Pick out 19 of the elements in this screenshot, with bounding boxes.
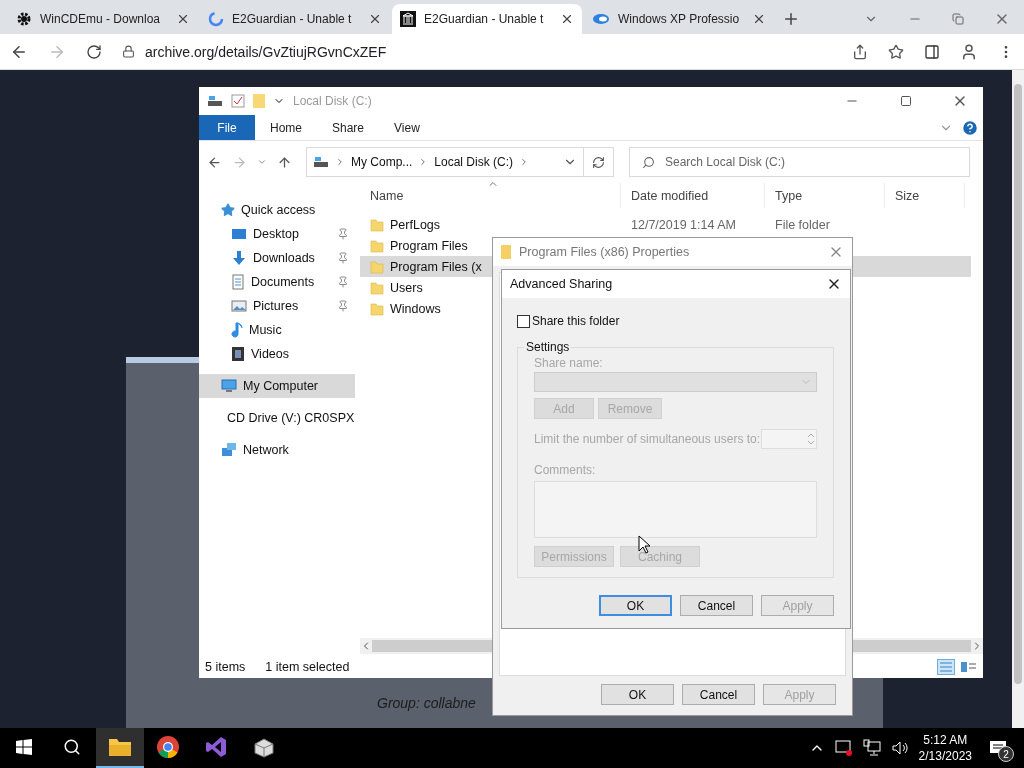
file-name: PerfLogs [390, 217, 441, 232]
item-count: 5 items [205, 660, 246, 674]
share-name-label: Share name: [534, 356, 604, 370]
group-title: Settings [525, 340, 571, 354]
file-type: File folder [775, 217, 830, 232]
group-text: Group: collabne [377, 695, 476, 711]
file-name: Program Files (x [390, 259, 482, 274]
file-name: Windows [390, 301, 441, 316]
checkbox-label: Share this folder [532, 314, 620, 328]
dialog-title: Advanced Sharing [510, 277, 614, 291]
window-title: Local Disk (C:) [293, 94, 373, 108]
dialog-title: Program Files (x86) Properties [519, 245, 691, 259]
notification-count: 2 [998, 746, 1014, 762]
file-name: Users [390, 280, 423, 295]
selection-count: 1 item selected [265, 660, 350, 674]
date-modified: 12/7/2019 1:14 AM [631, 217, 736, 232]
limit-label: Limit the number of simultaneous users to: [534, 432, 761, 446]
file-name: Program Files [390, 238, 468, 253]
comments-label: Comments: [534, 463, 597, 477]
